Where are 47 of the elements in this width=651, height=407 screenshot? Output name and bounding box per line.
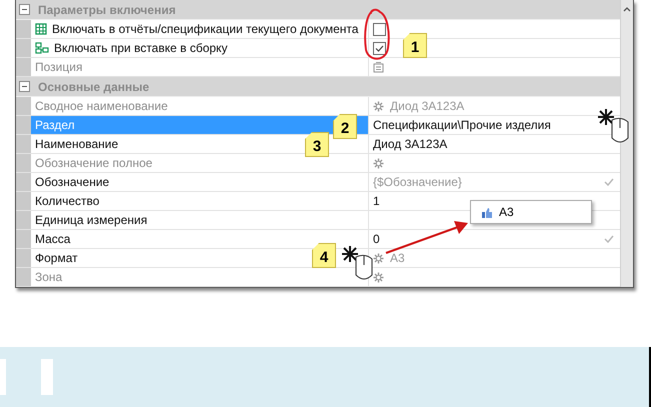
row-gutter [16,116,31,134]
value-text: 1 [373,194,380,208]
format-popup[interactable]: А3 [470,200,592,224]
row-gutter [16,230,31,248]
checkbox[interactable] [373,22,386,36]
collapse-toggle[interactable] [19,81,30,92]
property-name[interactable]: Количество [35,194,100,208]
row-gutter [16,173,31,191]
table-icon [35,23,47,35]
collapse-toggle[interactable] [19,4,30,15]
value-text: {$Обозначение} [373,175,462,189]
list-icon [373,62,384,72]
row-gutter [16,39,31,57]
asterisk-icon [373,100,384,112]
row-gutter [16,211,31,229]
row-gutter [16,192,31,210]
callout-note: 3 [305,132,329,157]
row-gutter [16,154,31,172]
row-gutter [16,268,31,286]
property-name[interactable]: Формат [35,251,78,265]
scroll-up-icon[interactable] [623,6,631,12]
callout-note: 1 [403,33,427,58]
checkbox[interactable] [373,42,386,54]
property-name[interactable]: Масса [35,232,70,246]
row-gutter [16,249,31,267]
asterisk-icon [373,252,384,264]
group-title: Основные данные [38,80,150,94]
edge-mark [41,359,53,395]
blocks-icon [35,42,49,54]
value-text: Диод 3А123А [390,99,464,113]
value-text: 0 [373,232,380,246]
thumb-icon [481,206,493,218]
property-name[interactable]: Включать при вставке в сборку [54,41,228,55]
property-name[interactable]: Обозначение [35,175,110,189]
popup-text: А3 [499,205,514,219]
property-name[interactable]: Наименование [35,137,118,151]
value-text: А3 [390,251,405,265]
scrollbar[interactable] [620,0,633,287]
row-gutter [16,135,31,153]
value-text: Диод 3А123А [373,137,448,151]
group-title: Параметры включения [38,2,176,16]
edge-mark [0,359,6,395]
value-text: Спецификации\Прочие изделия [373,118,551,132]
callout-note: 2 [333,114,357,139]
property-name[interactable]: Включать в отчёты/спецификации текущего документа [52,22,358,36]
callout-note: 4 [312,243,336,268]
property-name[interactable]: Единица измерения [35,213,148,227]
